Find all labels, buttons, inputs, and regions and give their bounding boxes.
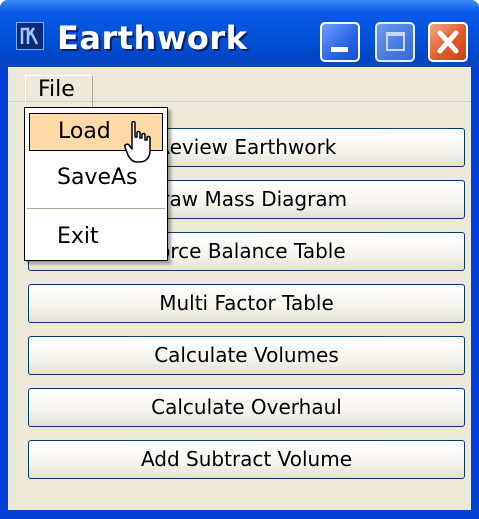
- multi-factor-table-button[interactable]: Multi Factor Table: [28, 284, 465, 323]
- app-icon[interactable]: [16, 22, 44, 50]
- menu-separator: [27, 208, 165, 209]
- window-title: Earthwork: [57, 19, 248, 57]
- menu-bar: File: [8, 67, 471, 107]
- close-icon: [437, 30, 459, 54]
- minimize-button[interactable]: [320, 22, 360, 62]
- menu-item-exit[interactable]: Exit: [29, 219, 163, 257]
- minimize-icon: [331, 47, 348, 52]
- title-bar[interactable]: Earthwork: [0, 0, 479, 67]
- calculate-overhaul-button[interactable]: Calculate Overhaul: [28, 388, 465, 427]
- add-subtract-volume-button[interactable]: Add Subtract Volume: [28, 440, 465, 479]
- menu-item-saveas[interactable]: SaveAs: [29, 160, 163, 198]
- close-button[interactable]: [428, 22, 468, 62]
- earthwork-window: Earthwork File Review Earthwork Draw Mas…: [0, 0, 479, 519]
- maximize-button[interactable]: [375, 22, 415, 62]
- client-area: File Review Earthwork Draw Mass Diagram …: [8, 67, 471, 510]
- maximize-icon: [386, 32, 405, 51]
- calculate-volumes-button[interactable]: Calculate Volumes: [28, 336, 465, 375]
- menu-file[interactable]: File: [25, 75, 93, 107]
- mouse-pointer-icon: [124, 121, 151, 163]
